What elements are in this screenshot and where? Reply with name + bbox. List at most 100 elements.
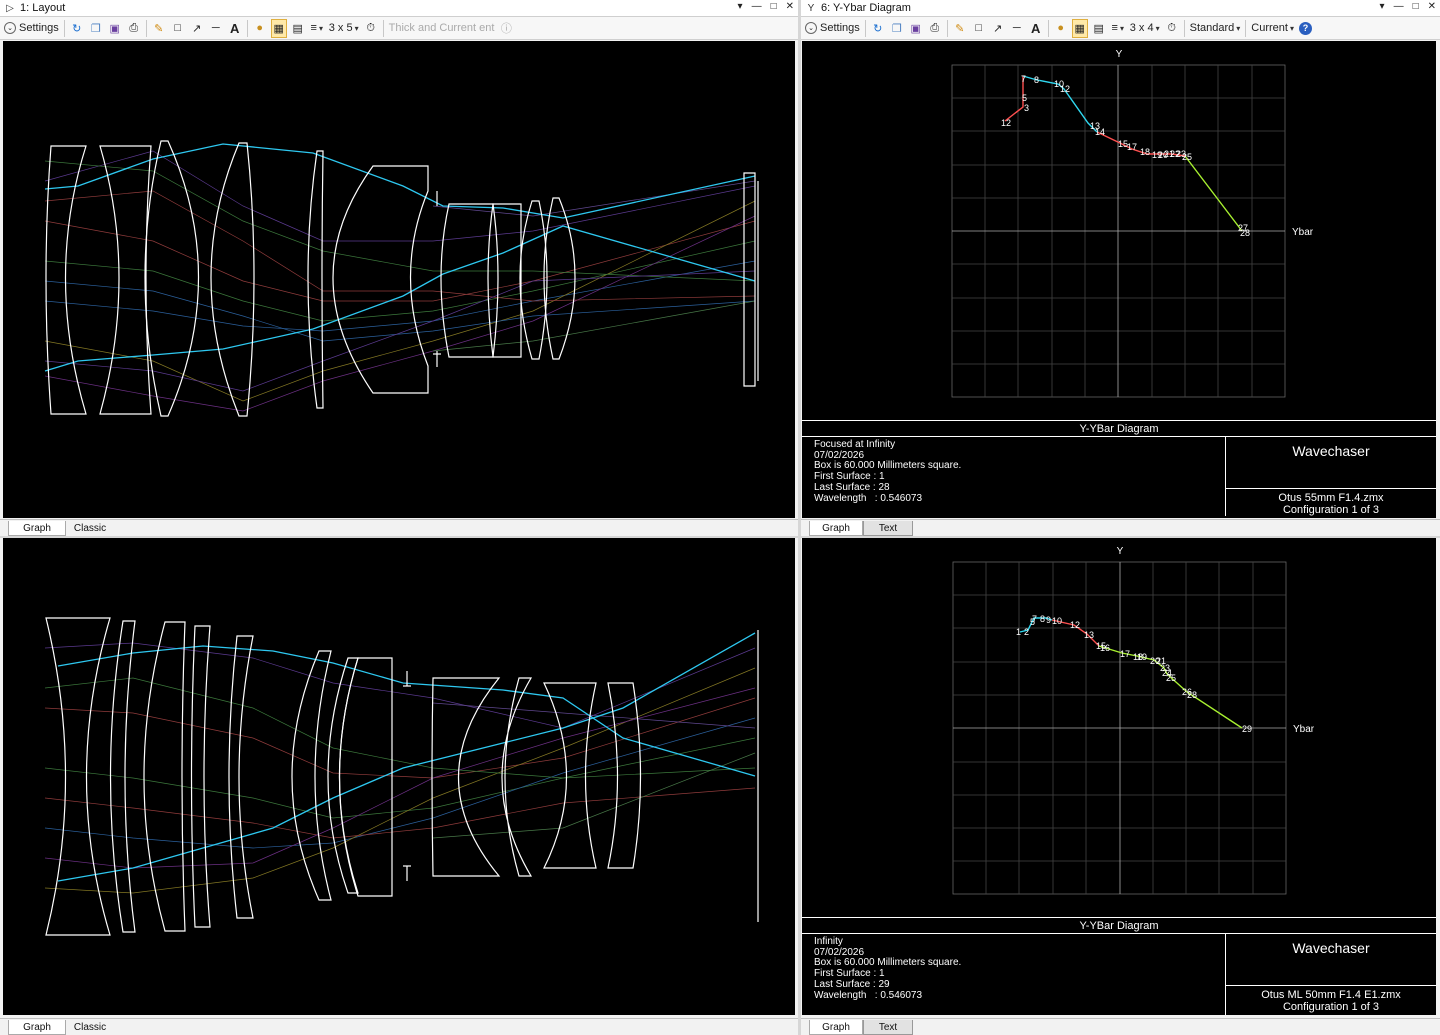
dropdown-icon[interactable]: ▾ bbox=[738, 1, 743, 12]
tab-graph[interactable]: Graph bbox=[8, 1020, 66, 1035]
tab-text[interactable]: Text bbox=[863, 1020, 913, 1035]
info-line: Last Surface : 29 bbox=[814, 978, 890, 990]
file-name: Otus ML 50mm F1.4 E1.zmx bbox=[1261, 989, 1401, 1001]
clock-icon[interactable]: ⏱ bbox=[364, 20, 378, 37]
lock-icon[interactable]: ● bbox=[1054, 20, 1068, 37]
print-icon[interactable]: ⎙ bbox=[928, 20, 942, 37]
surface-label: 25 bbox=[1182, 152, 1192, 162]
tab-classic[interactable]: Classic bbox=[66, 1020, 114, 1035]
ybar-window-title: 6: Y-Ybar Diagram bbox=[821, 2, 911, 14]
tab-text[interactable]: Text bbox=[863, 521, 913, 536]
lens-element bbox=[99, 145, 152, 415]
grid-dropdown[interactable]: 3 x 5 bbox=[329, 20, 359, 37]
lock-icon[interactable]: ● bbox=[253, 20, 267, 37]
layout-titlebar[interactable]: ▷ 1: Layout ▾ — □ ✕ bbox=[0, 0, 798, 17]
chevron-down-icon: ⌄ bbox=[805, 22, 817, 34]
tab-graph[interactable]: Graph bbox=[809, 1020, 863, 1035]
layers-icon[interactable]: ▤ bbox=[291, 20, 305, 37]
clock-icon[interactable]: ⏱ bbox=[1165, 20, 1179, 37]
surface-label: 25 bbox=[1166, 673, 1176, 683]
ybar-info-box-2: Y-YBar Diagram Infinity 07/02/2026 Box i… bbox=[802, 917, 1436, 1015]
help-icon[interactable]: ? bbox=[1299, 21, 1312, 35]
chief-rays bbox=[44, 143, 756, 372]
layout-tabs: Graph Classic bbox=[0, 519, 798, 536]
surface-label: 19 bbox=[1137, 652, 1147, 662]
print-icon[interactable]: ⎙ bbox=[127, 20, 141, 37]
fit-icon[interactable]: ▦ bbox=[1071, 18, 1088, 38]
current-dropdown[interactable]: Current bbox=[1251, 20, 1294, 37]
toolbar-separator bbox=[1245, 19, 1247, 37]
stack-icon[interactable]: ≡ bbox=[1111, 20, 1125, 37]
close-icon[interactable]: ✕ bbox=[786, 1, 794, 12]
lens-element bbox=[291, 650, 332, 901]
surface-label: 12 bbox=[1060, 84, 1070, 94]
lens-element bbox=[492, 203, 522, 358]
minimize-icon[interactable]: — bbox=[752, 1, 762, 12]
surface-label: 14 bbox=[1095, 127, 1105, 137]
lens-element bbox=[543, 682, 597, 869]
layout-window-icon: ▷ bbox=[6, 2, 14, 14]
tab-graph[interactable]: Graph bbox=[8, 521, 66, 536]
line-icon[interactable]: ─ bbox=[1010, 20, 1024, 37]
thick-current-hint: Thick and Current ent bbox=[388, 22, 495, 34]
lens-element bbox=[210, 142, 255, 417]
tab-graph[interactable]: Graph bbox=[809, 521, 863, 536]
dropdown-icon[interactable]: ▾ bbox=[1380, 1, 1385, 12]
toolbar-separator bbox=[382, 19, 384, 37]
lens-element bbox=[501, 677, 533, 877]
refresh-icon[interactable]: ↻ bbox=[70, 20, 84, 37]
window-controls: ▾ — □ ✕ bbox=[738, 1, 794, 12]
ybar-toolbar: ⌄Settings ↻ ❐ ▣ ⎙ ✎ □ ↗ ─ A ● ▦ ▤ ≡ 3 x … bbox=[801, 17, 1440, 40]
lens-element bbox=[543, 197, 576, 360]
close-icon[interactable]: ✕ bbox=[1428, 1, 1436, 12]
refresh-icon[interactable]: ↻ bbox=[871, 20, 885, 37]
help-icon[interactable]: ⓘ bbox=[499, 20, 513, 37]
tab-classic[interactable]: Classic bbox=[66, 521, 114, 536]
ybar-window-icon: Y bbox=[807, 2, 815, 14]
grid bbox=[951, 64, 1286, 398]
grid-dropdown[interactable]: 3 x 4 bbox=[1130, 20, 1160, 37]
line-icon[interactable]: ─ bbox=[209, 20, 223, 37]
arrow-icon[interactable]: ↗ bbox=[190, 20, 204, 37]
info-details: Focused at Infinity 07/02/2026 Box is 60… bbox=[814, 439, 961, 504]
surface-label: 10 bbox=[1052, 616, 1062, 626]
surface-labels-2: 1 2 5 7 8 9 10 12 13 15 16 17 18 19 20 2… bbox=[1016, 614, 1252, 734]
maximize-icon[interactable]: □ bbox=[1413, 1, 1419, 12]
text-icon[interactable]: A bbox=[1029, 20, 1043, 37]
arrow-icon[interactable]: ↗ bbox=[991, 20, 1005, 37]
maximize-icon[interactable]: □ bbox=[771, 1, 777, 12]
save-icon[interactable]: ▣ bbox=[909, 20, 923, 37]
standard-dropdown[interactable]: Standard bbox=[1190, 20, 1241, 37]
minimize-icon[interactable]: — bbox=[1394, 1, 1404, 12]
rectangle-icon[interactable]: □ bbox=[972, 20, 986, 37]
lens-layout-drawing bbox=[44, 140, 759, 417]
stack-icon[interactable]: ≡ bbox=[310, 20, 324, 37]
copy-icon[interactable]: ❐ bbox=[89, 20, 103, 37]
layout-window-top: ▷ 1: Layout ▾ — □ ✕ ⌄ Settings ↻ ❐ ▣ ⎙ ✎ … bbox=[0, 0, 798, 536]
axis-label-ybar: Ybar bbox=[1292, 227, 1314, 238]
ybar-tabs: Graph Text bbox=[801, 519, 1440, 536]
pencil-icon[interactable]: ✎ bbox=[152, 20, 166, 37]
layers-icon[interactable]: ▤ bbox=[1092, 20, 1106, 37]
layout-window-bottom: Graph Classic bbox=[0, 538, 798, 1035]
pencil-icon[interactable]: ✎ bbox=[953, 20, 967, 37]
lens-element bbox=[143, 621, 186, 932]
ybar-titlebar[interactable]: Y 6: Y-Ybar Diagram ▾ — □ ✕ bbox=[801, 0, 1440, 17]
layout-canvas bbox=[3, 41, 795, 518]
brand-name: Wavechaser bbox=[1226, 934, 1436, 986]
save-icon[interactable]: ▣ bbox=[108, 20, 122, 37]
toolbar-separator bbox=[246, 19, 248, 37]
copy-icon[interactable]: ❐ bbox=[890, 20, 904, 37]
ybar-window-bottom: Y Ybar 1 2 5 7 8 9 10 12 13 15 16 17 18 … bbox=[801, 538, 1440, 1035]
surface-label: 12 bbox=[1001, 118, 1011, 128]
file-name: Otus 55mm F1.4.zmx bbox=[1278, 492, 1384, 504]
configuration-label: Configuration 1 of 3 bbox=[1282, 504, 1379, 516]
fit-icon[interactable]: ▦ bbox=[270, 18, 287, 38]
toolbar-separator bbox=[63, 19, 65, 37]
text-icon[interactable]: A bbox=[228, 20, 242, 37]
grid bbox=[952, 561, 1287, 895]
surface-label: 2 bbox=[1024, 627, 1029, 637]
settings-button[interactable]: ⌄ Settings bbox=[4, 20, 59, 37]
rectangle-icon[interactable]: □ bbox=[171, 20, 185, 37]
settings-button[interactable]: ⌄ Settings bbox=[805, 20, 860, 37]
